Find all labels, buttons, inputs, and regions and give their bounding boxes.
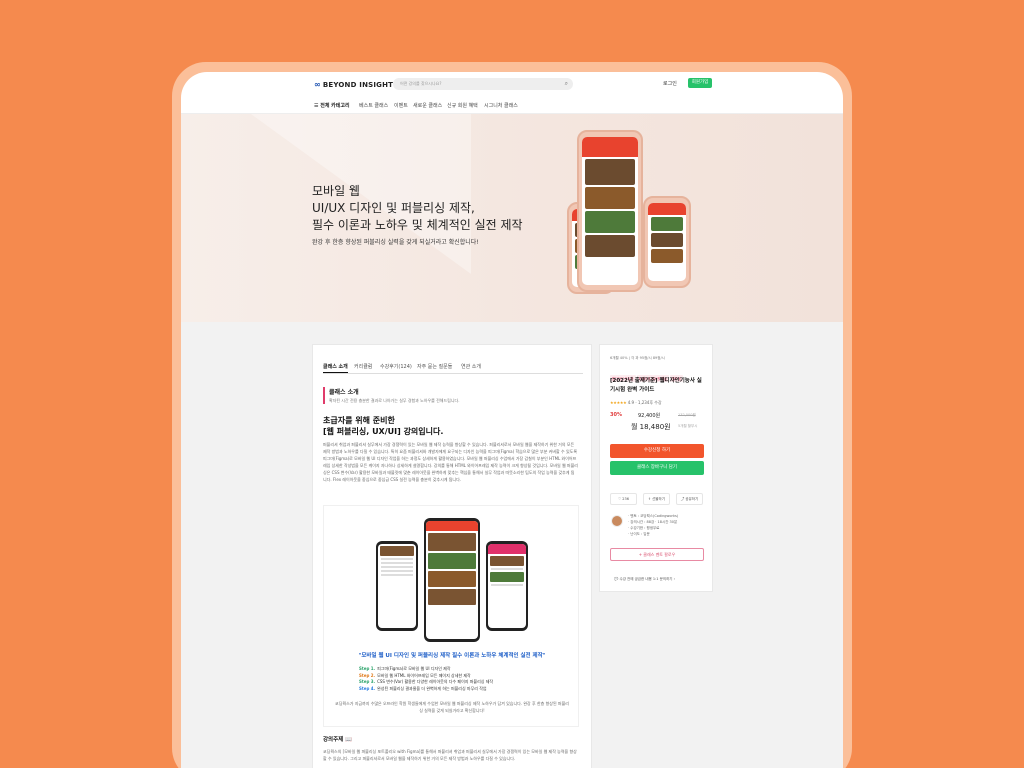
- tab-faq[interactable]: 자주 묻는 질문들: [417, 363, 452, 370]
- top-header: ∞ BEYOND INSIGHT 어떤 강의를 찾으시나요? ⌕ 로그인 회원가입: [181, 72, 843, 100]
- topic-heading: 강의주제 📖: [323, 737, 353, 743]
- step-label: Step 2.: [359, 672, 376, 678]
- promo-steps: Step 1. 피그마(Figma)로 모바일 웹 UI 디자인 제작 Step …: [359, 666, 569, 692]
- installment-months: 5개월 할부시: [678, 424, 698, 428]
- promo-phone-left: [376, 541, 418, 631]
- class-tabs: 클래스 소개 커리큘럼 수강후기(124) 자주 묻는 질문들 연관 소개: [323, 360, 583, 374]
- intro-heading: 클래스 소개: [329, 389, 359, 396]
- hero-subtitle: 완강 후 한층 향상된 퍼블리싱 실력을 갖게 되실거라고 확신합니다!: [312, 239, 479, 246]
- step-label: Step 4.: [359, 685, 376, 691]
- action-buttons: ♡ 236 ⇪ 선물하기 ⤴ 공유하기: [610, 493, 704, 505]
- hero-title-line: 모바일 웹: [312, 184, 360, 198]
- nav-item-best[interactable]: 베스트 클래스: [359, 102, 388, 109]
- hero-banner: 모바일 웹 UI/UX 디자인 및 퍼블리싱 제작, 필수 이론과 노하우 및 …: [181, 114, 843, 322]
- original-price: 132,000원: [678, 413, 696, 417]
- promo-closing: 코딩웍스가 지금까지 수많은 오프라인 학원 학생들에게 수업한 모바일 웹 퍼…: [335, 701, 569, 713]
- intro-paragraph: 퍼블리셔 취업과 퍼블리셔 실무에서 가장 경쟁력이 있는 모바일 웹 제작 능…: [323, 442, 578, 482]
- follow-mentor-button[interactable]: + 클래스 멘토 팔로우: [610, 548, 704, 561]
- hero-title-line: 필수 이론과 노하우 및 체계적인 실전 제작: [312, 218, 523, 232]
- hero-title-line: UI/UX 디자인 및 퍼블리싱 제작,: [312, 201, 475, 215]
- step-text: CSS 변수(Var) 활용한 다양한 레이아웃의 다수 페이지 퍼블리싱 제작: [377, 679, 494, 684]
- intro-desc: 확자된 시간 전용 충분한 결과로 나아가는 실무 경험과 노하우를 전해드립니…: [329, 398, 460, 403]
- search-icon[interactable]: ⌕: [565, 78, 568, 90]
- nav-item-signature[interactable]: 시그니처 클래스: [484, 102, 518, 109]
- purchase-card: 6개월 40% | 각 과 95점/시 89점/시 웹디자인 포트폴 퍼블리셔 포…: [599, 344, 713, 592]
- all-categories-button[interactable]: ☰ 전체 카테고리: [314, 102, 350, 109]
- hero-phone-right: [643, 196, 691, 288]
- search-input[interactable]: 어떤 강의를 찾으시나요? ⌕: [393, 78, 573, 90]
- tab-curriculum[interactable]: 커리큘럼: [354, 363, 372, 370]
- meta-logo-icon: ∞: [314, 80, 321, 89]
- share-button[interactable]: ⤴ 공유하기: [676, 493, 703, 505]
- tab-reviews[interactable]: 수강후기(124): [380, 363, 412, 370]
- step-label: Step 3.: [359, 679, 376, 684]
- promo-image: "모바일 웹 UI 디자인 및 퍼블리싱 제작 필수 이론과 노하우 체계적인 …: [323, 505, 579, 727]
- discount-rate: 30%: [610, 412, 622, 418]
- tab-related[interactable]: 연관 소개: [461, 363, 481, 370]
- intro-section-header: 클래스 소개 확자된 시간 전용 충분한 결과로 나아가는 실무 경험과 노하우…: [323, 387, 459, 404]
- search-placeholder: 어떤 강의를 찾으시나요?: [400, 81, 442, 86]
- class-title: [2022년 출제기준] 웹디자인기능사 실기시험 완벽 가이드: [610, 378, 702, 393]
- mentor-info: · 멘토 : 코딩웍스(Codingworks) · 강의시간 : 88강 · …: [628, 513, 678, 537]
- nav-item-member-benefit[interactable]: 신규 회원 혜택: [447, 102, 478, 109]
- big-heading-line: [웹 퍼블리싱, UX/UI] 강의입니다.: [323, 427, 444, 436]
- apply-button[interactable]: 수강신청 하기: [610, 444, 704, 458]
- info-line: · 난이도 : 입문: [628, 532, 650, 536]
- step-text: 완성된 퍼블리싱 결과물을 더 완벽하게 하는 퍼블리싱 마무리 작업: [377, 685, 487, 691]
- all-categories-label: 전체 카테고리: [320, 103, 350, 109]
- main-column: 클래스 소개 커리큘럼 수강후기(124) 자주 묻는 질문들 연관 소개 클래…: [312, 344, 592, 768]
- sale-price: 92,400원: [638, 413, 661, 419]
- promo-quote: "모바일 웹 UI 디자인 및 퍼블리싱 제작 필수 이론과 노하우 체계적인 …: [358, 653, 546, 659]
- nav-item-event[interactable]: 이벤트: [394, 102, 408, 109]
- like-button[interactable]: ♡ 236: [610, 493, 637, 505]
- hero-phone-center: [577, 130, 643, 292]
- mentor-avatar[interactable]: [611, 515, 623, 527]
- step-text: 모바일 웹 HTML 와이어프레임 모든 페이지 상세한 제작: [377, 672, 471, 678]
- site-logo[interactable]: ∞ BEYOND INSIGHT: [314, 80, 393, 89]
- monthly-price: 월 18,480원: [631, 423, 671, 431]
- tab-intro[interactable]: 클래스 소개: [323, 363, 348, 373]
- login-link[interactable]: 로그인: [663, 80, 677, 87]
- gift-button[interactable]: ⇪ 선물하기: [643, 493, 670, 505]
- logo-text: BEYOND INSIGHT: [322, 81, 394, 89]
- big-heading-line: 초급자를 위해 준비한: [323, 416, 395, 425]
- intro-big-heading: 초급자를 위해 준비한 [웹 퍼블리싱, UX/UI] 강의입니다.: [323, 415, 443, 437]
- class-meta: 6개월 40% | 각 과 95점/시 89점/시: [610, 356, 665, 360]
- add-to-cart-button[interactable]: 클래스 장바구니 담기: [610, 461, 704, 475]
- nav-item-new[interactable]: 새로운 클래스: [413, 102, 442, 109]
- step-label: Step 1.: [359, 666, 376, 671]
- star-icon: ★★★★★: [610, 400, 627, 405]
- topic-text: 코딩웍스의 [모바일 웹 퍼블리싱 포트폴리오 with Figma]를 통해서…: [323, 749, 577, 761]
- class-rating: ★★★★★ 4.9 · 1,234후 수강: [610, 400, 662, 406]
- category-nav: ☰ 전체 카테고리 베스트 클래스 이벤트 새로운 클래스 신규 회원 혜택 시…: [181, 100, 843, 114]
- promo-phone-right: [486, 541, 528, 631]
- step-text: 피그마(Figma)로 모바일 웹 UI 디자인 제작: [377, 666, 451, 671]
- rating-text: 4.9 · 1,234후 수강: [627, 400, 662, 405]
- promo-step: Step 4. 완성된 퍼블리싱 결과물을 더 완벽하게 하는 퍼블리싱 마무리 …: [359, 686, 569, 693]
- inquiry-link[interactable]: 💬 수강 전에 궁금한 내용 1:1 문의하기 ›: [614, 577, 675, 582]
- promo-phone-center: [424, 518, 480, 642]
- browser-screen: ∞ BEYOND INSIGHT 어떤 강의를 찾으시나요? ⌕ 로그인 회원가입 …: [181, 72, 843, 768]
- signup-button[interactable]: 회원가입: [688, 78, 712, 88]
- hero-title: 모바일 웹 UI/UX 디자인 및 퍼블리싱 제작, 필수 이론과 노하우 및 …: [312, 183, 572, 234]
